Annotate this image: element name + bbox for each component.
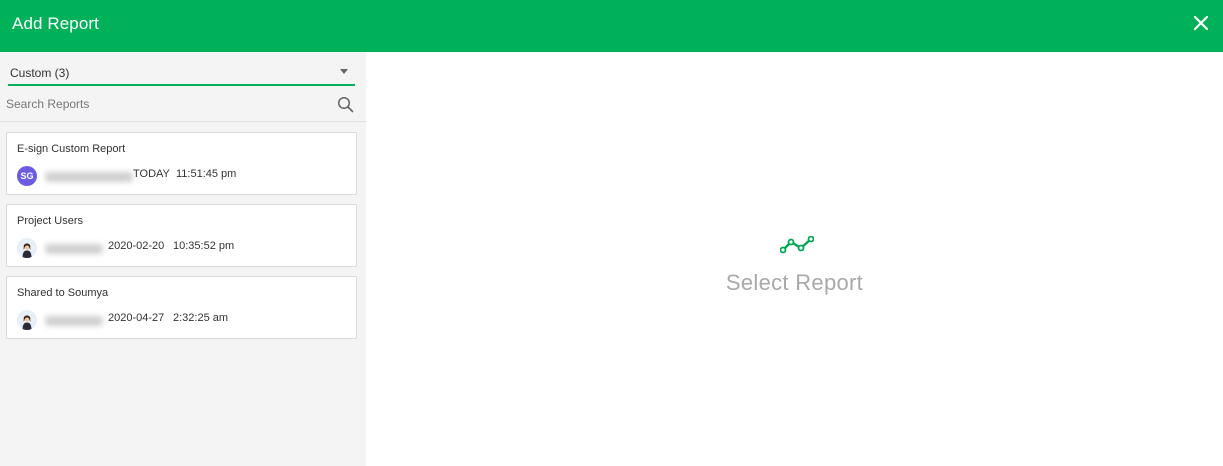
report-date: TODAY (133, 168, 170, 180)
report-card-esign[interactable]: E-sign Custom Report SG TODAY 11:51:45 p… (6, 132, 357, 195)
report-card-shared-soumya[interactable]: Shared to Soumya 2020-04-27 2:32:25 am (6, 276, 357, 339)
report-preview-area: Select Report (366, 52, 1223, 466)
report-name: Project Users (17, 215, 84, 227)
report-meta: 2020-04-27 2:32:25 am (17, 310, 347, 330)
user-photo-icon (17, 310, 37, 330)
search-input[interactable] (6, 94, 326, 114)
blurred-username (45, 316, 103, 326)
user-photo-icon (17, 238, 37, 258)
blurred-username (45, 172, 133, 182)
chevron-down-icon (340, 69, 348, 74)
search-icon[interactable] (337, 96, 354, 113)
report-name: Shared to Soumya (17, 287, 109, 299)
avatar (17, 310, 37, 330)
report-time: 2:32:25 am (173, 312, 229, 324)
report-type-selected: Custom (3) (10, 66, 70, 80)
report-name: E-sign Custom Report (17, 143, 126, 155)
avatar: SG (17, 166, 37, 186)
report-type-select[interactable]: Custom (3) (8, 63, 355, 86)
report-card-project-users[interactable]: Project Users 2020-02-20 10:35:52 pm (6, 204, 357, 267)
avatar (17, 238, 37, 258)
report-sidebar: Custom (3) E-sign Custom Report SG TODAY… (0, 52, 366, 466)
report-meta: SG TODAY 11:51:45 pm (17, 166, 347, 186)
empty-state-text: Select Report (725, 270, 864, 295)
report-time: 10:35:52 pm (173, 240, 235, 252)
close-icon[interactable] (1193, 15, 1209, 31)
report-meta: 2020-02-20 10:35:52 pm (17, 238, 347, 258)
line-chart-icon (780, 236, 814, 254)
search-bar (0, 88, 366, 122)
modal-title: Add Report (12, 14, 99, 33)
blurred-username (45, 244, 103, 254)
modal-header: Add Report (0, 0, 1223, 52)
report-time: 11:51:45 pm (176, 168, 237, 180)
report-date: 2020-04-27 (108, 312, 165, 324)
report-date: 2020-02-20 (108, 240, 165, 252)
